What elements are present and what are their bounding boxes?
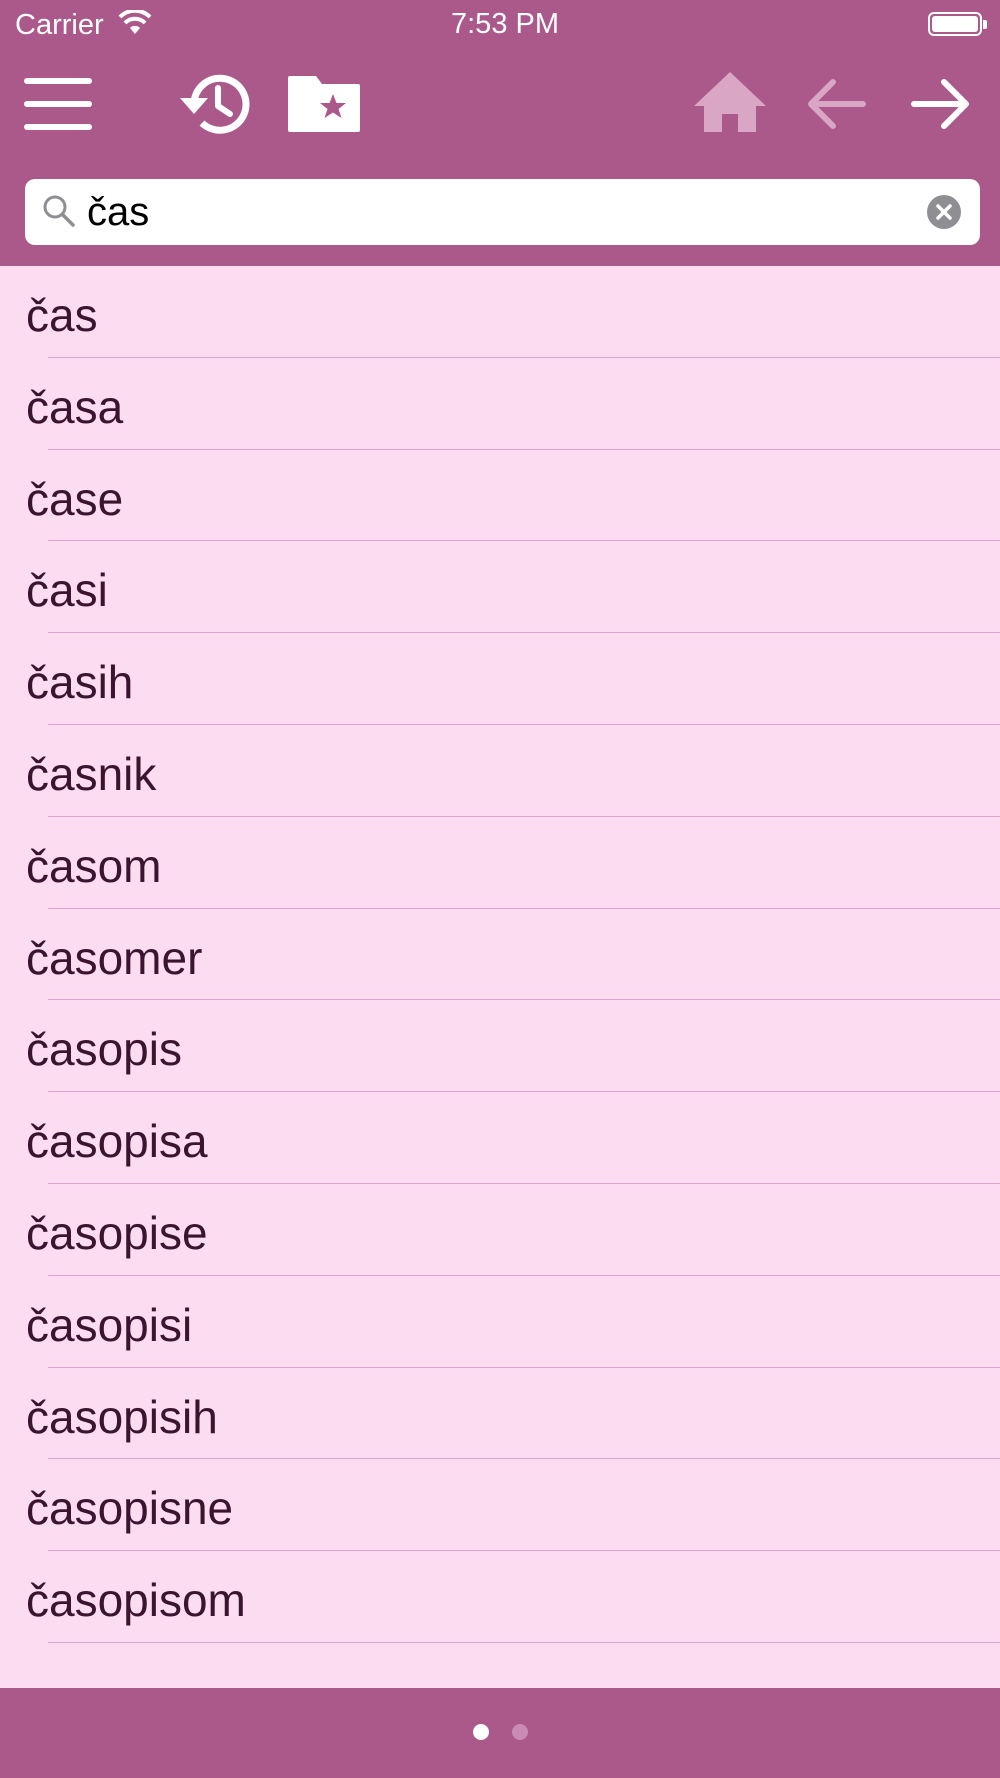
search-input[interactable]: [87, 185, 947, 239]
result-label: čase: [26, 472, 124, 525]
result-label: časopisne: [26, 1482, 234, 1535]
result-row[interactable]: čase: [0, 450, 1000, 542]
result-label: časih: [26, 656, 134, 709]
row-separator: [48, 1641, 1000, 1643]
result-label: časi: [26, 564, 108, 617]
result-label: časom: [26, 839, 162, 892]
history-icon[interactable]: [176, 68, 256, 140]
result-row[interactable]: čas: [0, 266, 1000, 358]
result-row[interactable]: časopisom: [0, 1551, 1000, 1643]
result-label: časnik: [26, 747, 157, 800]
result-label: časopisom: [26, 1574, 246, 1627]
favorites-folder-icon[interactable]: [286, 72, 362, 134]
search-icon: [43, 195, 75, 227]
result-label: časopisa: [26, 1115, 208, 1168]
result-row[interactable]: časnik: [0, 725, 1000, 817]
result-label: časopis: [26, 1023, 182, 1076]
result-row[interactable]: časih: [0, 633, 1000, 725]
result-label: časopise: [26, 1206, 208, 1259]
page-indicator-dot[interactable]: [512, 1724, 528, 1740]
result-row[interactable]: časopise: [0, 1184, 1000, 1276]
forward-arrow-icon[interactable]: [910, 78, 972, 130]
search-bar: [25, 179, 980, 245]
results-list: čas časa čase časi časih časnik časom časomer ča…: [0, 266, 1000, 1643]
result-row[interactable]: časopis: [0, 1000, 1000, 1093]
clear-icon[interactable]: [927, 195, 961, 229]
result-row[interactable]: časi: [0, 541, 1000, 634]
header-bar: Carrier 7:53 PM: [0, 0, 1000, 266]
back-arrow-icon[interactable]: [805, 78, 867, 130]
status-bar: Carrier 7:53 PM: [0, 0, 1000, 50]
bottom-bar: [0, 1688, 1000, 1778]
result-label: časomer: [26, 931, 203, 984]
result-label: časopisih: [26, 1390, 218, 1443]
result-row[interactable]: časomer: [0, 909, 1000, 1001]
page-indicator-dot-active[interactable]: [473, 1724, 489, 1740]
result-row[interactable]: časom: [0, 817, 1000, 909]
home-icon[interactable]: [692, 68, 768, 136]
result-row[interactable]: časa: [0, 358, 1000, 450]
result-row[interactable]: časopisne: [0, 1459, 1000, 1552]
result-row[interactable]: časopisa: [0, 1092, 1000, 1184]
result-label: čas: [26, 289, 98, 341]
result-row[interactable]: časopisih: [0, 1368, 1000, 1460]
menu-icon[interactable]: [24, 78, 92, 130]
battery-tip: [983, 20, 987, 29]
result-label: časa: [26, 380, 124, 433]
status-time: 7:53 PM: [451, 8, 559, 40]
result-label: časopisi: [26, 1298, 193, 1351]
result-row[interactable]: časopisi: [0, 1276, 1000, 1368]
battery-icon: [928, 12, 982, 36]
